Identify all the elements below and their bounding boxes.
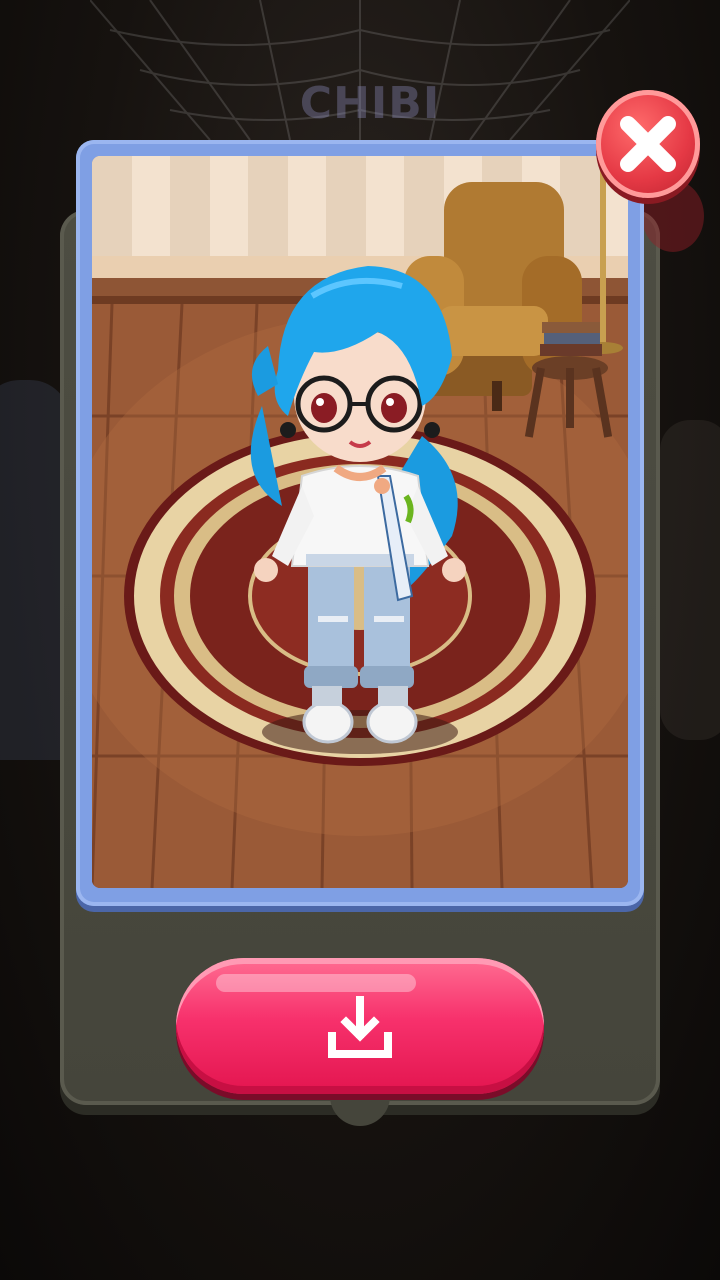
background-logo: CHIBI — [299, 78, 441, 129]
background-character-right — [660, 420, 720, 740]
character-photo — [92, 156, 628, 888]
button-shine — [216, 974, 416, 992]
download-button[interactable] — [176, 958, 544, 1094]
screen: CHIBI — [0, 0, 720, 1280]
dialog-bottom-tab — [330, 1090, 390, 1126]
room-scene — [92, 156, 628, 888]
close-x-icon — [620, 116, 676, 172]
close-button[interactable] — [596, 90, 700, 198]
download-icon — [328, 996, 392, 1058]
